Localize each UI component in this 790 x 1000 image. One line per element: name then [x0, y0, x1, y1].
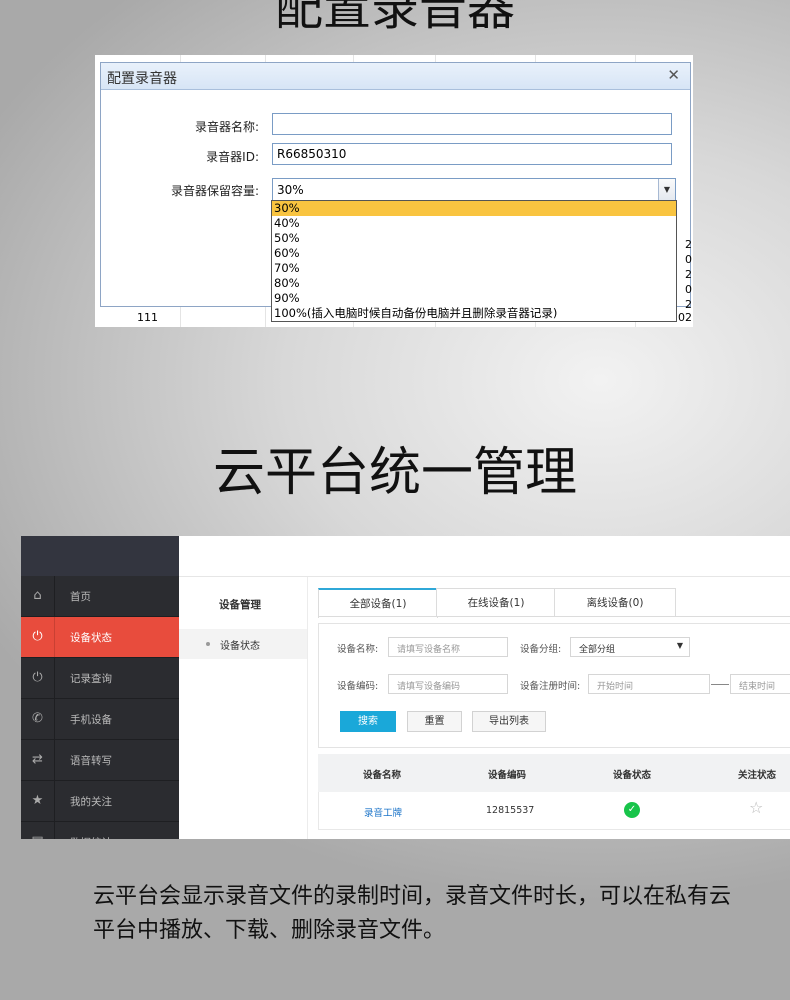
- power-icon: ⏻: [21, 658, 55, 698]
- start-time-input[interactable]: 开始时间: [588, 674, 710, 694]
- group-selected-value: 全部分组: [579, 645, 616, 655]
- capacity-option[interactable]: 60%: [272, 246, 676, 261]
- device-group-label: 设备分组:: [520, 644, 562, 655]
- device-name-link[interactable]: 录音工牌: [364, 805, 402, 819]
- end-time-input[interactable]: 结束时间: [730, 674, 790, 694]
- description-text: 云平台会显示录音文件的录制时间，录音文件时长，可以在私有云平台中播放、下载、删除…: [93, 884, 732, 943]
- column-header-device-code: 设备编码: [488, 770, 527, 781]
- background-digit: 0: [685, 253, 692, 266]
- chevron-down-icon: ▼: [676, 641, 683, 650]
- section-title-recorder: 配置录音器: [274, 0, 515, 36]
- bullet-icon: [206, 642, 210, 646]
- background-digit: 0: [685, 283, 692, 296]
- tab-online-devices[interactable]: 在线设备(1): [436, 588, 556, 617]
- reset-button[interactable]: 重置: [407, 711, 462, 732]
- sidebar-item-0[interactable]: ⌂ 首页: [21, 576, 179, 617]
- sidebar-item-label: 语音转写: [70, 755, 112, 767]
- capacity-option[interactable]: 90%: [272, 291, 676, 306]
- top-bar: [179, 536, 790, 577]
- capacity-option[interactable]: 80%: [272, 276, 676, 291]
- capacity-option[interactable]: 40%: [272, 216, 676, 231]
- sidebar-item-label: 手机设备: [70, 714, 112, 726]
- chart-icon: ▤: [21, 822, 55, 839]
- sidebar-item-label: 数据统计: [70, 835, 112, 839]
- column-header-follow-status: 关注状态: [738, 770, 777, 781]
- background-digit: 2: [685, 238, 692, 251]
- capacity-option[interactable]: 100%(插入电脑时候自动备份电脑并且删除录音器记录): [272, 306, 676, 321]
- background-row-label: 111: [137, 311, 158, 324]
- device-name-label: 设备名称:: [337, 644, 379, 655]
- cloud-platform-screenshot: ⌂ 首页 ⏻ 设备状态 ⏻ 记录查询 ✆ 手机设备 ⇄ 语音转写 ★ 我的关注 ▤ 数据统计 设备管理 设…: [21, 536, 790, 839]
- tab-divider: [318, 616, 790, 617]
- transfer-icon: ⇄: [21, 740, 55, 780]
- capacity-selected-value: 30%: [277, 183, 304, 197]
- table-row: 录音工牌 12815537 ✓ ☆: [318, 792, 790, 830]
- submenu: 设备管理 设备状态: [179, 577, 308, 839]
- device-name-input[interactable]: 请填写设备名称: [388, 637, 508, 657]
- table-header: 设备名称 设备编码 设备状态 关注状态: [318, 754, 790, 792]
- submenu-item-label: 设备状态: [220, 641, 260, 652]
- submenu-title: 设备管理: [219, 599, 261, 611]
- register-time-label: 设备注册时间:: [520, 681, 581, 692]
- background-right-digits: 2 0 2 0 2: [685, 237, 692, 312]
- sidebar-item-6[interactable]: ▤ 数据统计: [21, 822, 179, 839]
- background-digit: 2: [685, 298, 692, 311]
- range-dash: [711, 684, 729, 685]
- tab-all-devices[interactable]: 全部设备(1): [318, 588, 438, 618]
- capacity-option[interactable]: 70%: [272, 261, 676, 276]
- section-title-cloud: 云平台统一管理: [212, 443, 577, 503]
- star-icon: ★: [21, 781, 55, 821]
- sidebar-header: [21, 536, 179, 576]
- sidebar-item-label: 记录查询: [70, 673, 112, 685]
- search-button[interactable]: 搜索: [340, 711, 396, 732]
- submenu-item-device-status[interactable]: 设备状态: [179, 629, 307, 659]
- capacity-dropdown-list: 30% 40% 50% 60% 70% 80% 90% 100%(插入电脑时候自动备份电脑并且…: [271, 200, 677, 322]
- background-digit: 2: [685, 268, 692, 281]
- tab-offline-devices[interactable]: 离线设备(0): [554, 588, 676, 617]
- device-group-select[interactable]: 全部分组 ▼: [570, 637, 690, 657]
- sidebar-item-label: 设备状态: [70, 632, 112, 644]
- device-code-label: 设备编码:: [337, 681, 379, 692]
- recorder-name-input[interactable]: [272, 113, 672, 135]
- recorder-id-input[interactable]: [272, 143, 672, 165]
- sidebar-item-2[interactable]: ⏻ 记录查询: [21, 658, 179, 699]
- chevron-down-icon[interactable]: ▼: [658, 179, 675, 201]
- dialog-title: 配置录音器: [107, 71, 177, 87]
- export-list-button[interactable]: 导出列表: [472, 711, 546, 732]
- filter-panel: 设备名称: 请填写设备名称 设备分组: 全部分组 ▼ 设备编码: 请填写设备编码 …: [318, 623, 790, 748]
- dialog-titlebar: 配置录音器 ✕: [101, 63, 690, 90]
- star-outline-icon[interactable]: ☆: [749, 798, 763, 817]
- recorder-id-label: 录音器ID:: [206, 150, 259, 164]
- sidebar-item-1[interactable]: ⏻ 设备状态: [21, 617, 179, 658]
- phone-icon: ✆: [21, 699, 55, 739]
- check-circle-icon: ✓: [624, 802, 640, 818]
- sidebar-item-label: 我的关注: [70, 796, 112, 808]
- capacity-label: 录音器保留容量:: [170, 184, 259, 198]
- recorder-config-screenshot: 配置录音器 ✕ 录音器名称: 录音器ID: 录音器保留容量: 30% ▼ 30%…: [95, 55, 693, 327]
- device-code-cell: 12815537: [486, 805, 535, 816]
- recorder-name-label: 录音器名称:: [194, 120, 259, 134]
- capacity-select[interactable]: 30% ▼: [272, 178, 676, 202]
- sidebar-item-3[interactable]: ✆ 手机设备: [21, 699, 179, 740]
- power-icon: ⏻: [21, 617, 55, 657]
- sidebar-item-4[interactable]: ⇄ 语音转写: [21, 740, 179, 781]
- sidebar-item-label: 首页: [70, 591, 91, 603]
- column-header-device-name: 设备名称: [363, 770, 402, 781]
- column-header-device-status: 设备状态: [613, 770, 652, 781]
- capacity-option[interactable]: 30%: [272, 201, 676, 216]
- capacity-option[interactable]: 50%: [272, 231, 676, 246]
- sidebar: ⌂ 首页 ⏻ 设备状态 ⏻ 记录查询 ✆ 手机设备 ⇄ 语音转写 ★ 我的关注 ▤ 数据统计: [21, 536, 179, 839]
- home-icon: ⌂: [21, 576, 55, 616]
- sidebar-item-5[interactable]: ★ 我的关注: [21, 781, 179, 822]
- device-code-input[interactable]: 请填写设备编码: [388, 674, 508, 694]
- sidebar-nav: ⌂ 首页 ⏻ 设备状态 ⏻ 记录查询 ✆ 手机设备 ⇄ 语音转写 ★ 我的关注 ▤ 数据统计: [21, 576, 179, 839]
- close-icon[interactable]: ✕: [667, 66, 680, 84]
